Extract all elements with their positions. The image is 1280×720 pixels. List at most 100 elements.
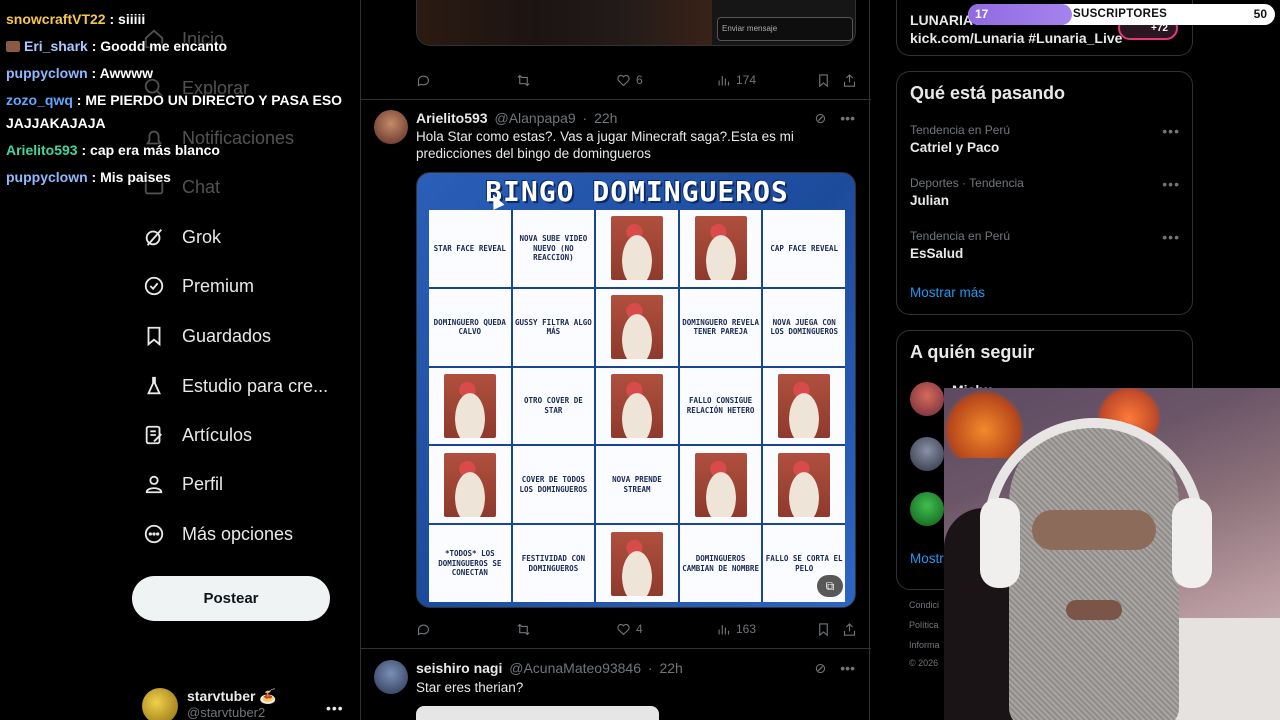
chat-username: puppyclown <box>6 65 88 81</box>
trend-item[interactable]: Tendencia en Perú Catriel y Paco ••• <box>910 123 1180 155</box>
share-button[interactable] <box>842 73 862 88</box>
reply-icon <box>417 624 430 635</box>
person-icon <box>142 472 166 496</box>
show-more-link[interactable]: Mostr <box>910 551 944 566</box>
reply-button[interactable] <box>416 622 436 637</box>
nav-profile[interactable]: Perfil <box>142 467 223 501</box>
bingo-cell: STAR FACE REVEAL <box>429 210 511 287</box>
chat-message: puppyclown : Awwww <box>6 65 153 81</box>
bingo-cell <box>763 446 845 524</box>
legal-link[interactable]: Política <box>909 620 939 630</box>
bingo-cell: FESTIVIDAD CON DOMINGUEROS <box>512 525 595 602</box>
repost-button[interactable] <box>516 622 536 637</box>
bingo-picture <box>610 531 663 596</box>
bingo-cell: NOVA JUEGA CON LOS DOMINGUEROS <box>763 288 845 366</box>
bingo-cell <box>429 367 511 445</box>
share-button[interactable] <box>842 622 862 637</box>
repost-button[interactable] <box>516 73 536 88</box>
nav-creator-studio[interactable]: Estudio para cre... <box>142 369 328 403</box>
grok-icon[interactable]: ⊘ <box>815 660 827 677</box>
nav-chat-label: Chat <box>182 176 221 197</box>
more-icon[interactable]: ••• <box>840 110 855 127</box>
trends-panel: Qué está pasando Tendencia en Perú Catri… <box>896 71 1193 315</box>
nav-more-options-label: Más opciones <box>182 523 294 544</box>
bingo-cell <box>429 446 511 524</box>
bingo-cell <box>596 367 678 445</box>
author-name[interactable]: Arielito593 <box>416 110 488 126</box>
bingo-picture <box>443 373 496 438</box>
legal-link[interactable]: Condici <box>909 600 939 610</box>
legal-link[interactable]: Informa <box>909 640 940 650</box>
account-handle: @starvtuber2 <box>187 705 266 720</box>
tweet-text: Star eres therian? <box>416 680 524 695</box>
verified-badge-icon <box>142 274 166 298</box>
follow-title: A quién seguir <box>910 342 1035 362</box>
nav-articles[interactable]: Artículos <box>142 418 252 452</box>
chat-text: : Mis paises <box>87 169 171 185</box>
media-thumbnail <box>417 0 712 45</box>
flask-icon <box>142 374 166 398</box>
bookmark-button[interactable] <box>816 622 836 637</box>
trend-item[interactable]: Tendencia en Perú EsSalud ••• <box>910 229 1180 261</box>
nav-bookmarks[interactable]: Guardados <box>142 319 271 353</box>
tweet-time[interactable]: 22h <box>594 110 617 126</box>
author-handle[interactable]: @AcunaMateo93846 <box>509 660 641 676</box>
avatar[interactable] <box>374 110 408 144</box>
author-handle[interactable]: @Alanpapa9 <box>494 110 575 126</box>
bingo-cell: NOVA SUBE VIDEO NUEVO (no reaccion) <box>512 210 595 287</box>
chat-message: Arielito593 : cap era más blanco <box>6 142 220 158</box>
like-count: 4 <box>636 622 643 636</box>
tweet-image[interactable]: BINGO DOMINGUEROS STAR FACE REVEAL NOVA S… <box>416 172 856 608</box>
nav-grok[interactable]: Grok <box>142 220 221 254</box>
nav-premium[interactable]: Premium <box>142 269 254 303</box>
more-icon[interactable]: ••• <box>1162 229 1180 245</box>
like-button[interactable]: 4 <box>616 622 643 637</box>
tweet-time[interactable]: 22h <box>659 660 682 676</box>
bingo-cell: DOMINGUERO QUEDA CALVO <box>429 288 511 366</box>
avatar[interactable] <box>910 382 944 416</box>
more-icon[interactable]: ••• <box>840 660 855 677</box>
tweet-media[interactable]: Enviar mensaje <box>416 0 856 46</box>
grok-icon[interactable]: ⊘ <box>815 110 827 127</box>
repost-icon <box>517 74 530 86</box>
more-icon[interactable]: ••• <box>1162 123 1180 139</box>
post-button[interactable]: Postear <box>132 576 330 621</box>
bingo-title: BINGO DOMINGUEROS <box>485 175 789 208</box>
more-icon[interactable]: ••• <box>1162 176 1180 192</box>
promo-link[interactable]: kick.com/Lunaria #Lunaria_Live <box>910 30 1122 46</box>
tweet-header: Arielito593 @Alanpapa9 · 22h <box>416 110 618 126</box>
chat-text: JAJJAKAJAJA <box>6 115 106 131</box>
avatar[interactable] <box>910 492 944 526</box>
avatar[interactable] <box>910 437 944 471</box>
bingo-cell: CAP FACE REVEAL <box>763 210 845 287</box>
avatar[interactable] <box>374 660 408 694</box>
bingo-cell: NOVA PRENDE STREAM <box>596 446 678 524</box>
nav-articles-label: Artículos <box>182 424 253 445</box>
trend-item[interactable]: Deportes · Tendencia Julian ••• <box>910 176 1180 208</box>
message-input[interactable]: Enviar mensaje <box>717 17 853 41</box>
author-name[interactable]: seishiro nagi <box>416 660 502 676</box>
goal-target: 50 <box>1253 7 1267 21</box>
views-icon <box>718 624 730 634</box>
views-button[interactable]: 163 <box>716 622 756 637</box>
edit-image-icon[interactable]: ⧉ <box>817 575 843 597</box>
bingo-picture <box>610 373 663 438</box>
nav-bookmarks-label: Guardados <box>182 325 272 346</box>
like-button[interactable]: 6 <box>616 73 643 88</box>
show-more-link[interactable]: Mostrar más <box>910 285 985 300</box>
bookmark-icon <box>819 73 828 87</box>
views-button[interactable]: 174 <box>716 73 756 88</box>
nav-premium-label: Premium <box>182 275 255 296</box>
account-switcher[interactable]: starvtuber 🍝 @starvtuber2 ••• <box>142 688 343 720</box>
nav-more-options[interactable]: Más opciones <box>142 517 293 551</box>
goal-current: 17 <box>975 7 989 21</box>
view-count: 163 <box>736 622 757 636</box>
left-navigation: Inicio Explorar Notificaciones Chat Grok… <box>0 0 360 720</box>
bingo-picture <box>443 452 496 517</box>
bingo-cell: GUSSY FILTRA ALGO MÁS <box>512 288 595 366</box>
copyright: © 2026 <box>909 658 939 668</box>
reply-button[interactable] <box>416 73 436 88</box>
bingo-grid: STAR FACE REVEAL NOVA SUBE VIDEO NUEVO (n… <box>429 210 845 602</box>
bookmark-button[interactable] <box>816 73 836 88</box>
tweet-media[interactable] <box>416 706 659 720</box>
